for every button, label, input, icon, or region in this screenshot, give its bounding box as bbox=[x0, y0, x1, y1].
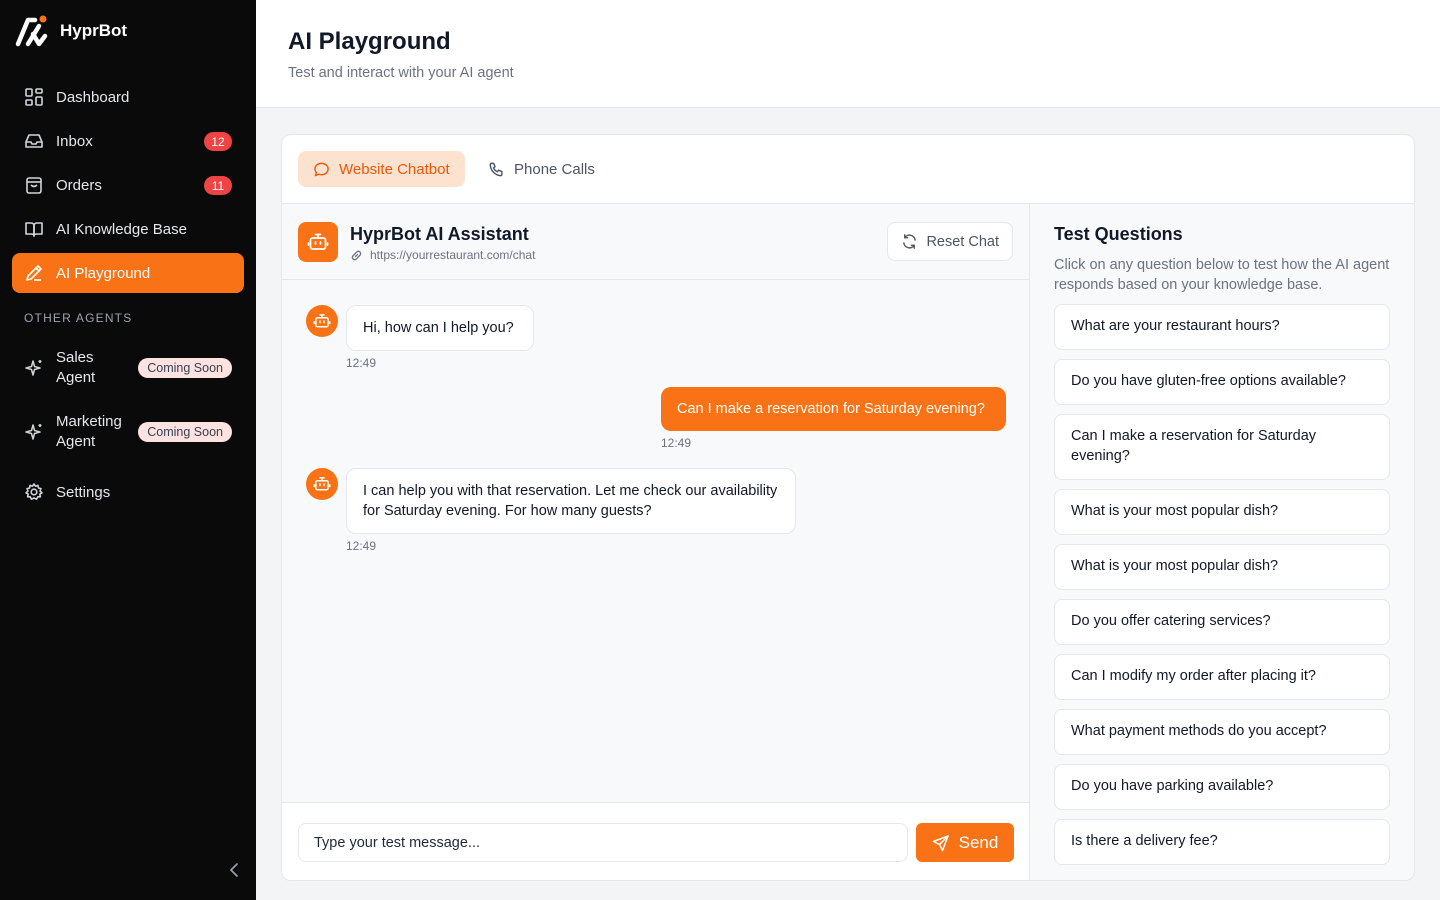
sidebar-item-knowledge-base[interactable]: AI Knowledge Base bbox=[12, 209, 244, 249]
sidebar-item-label: Orders bbox=[56, 176, 102, 194]
coming-soon-badge: Coming Soon bbox=[138, 358, 232, 378]
test-question-item[interactable]: What is your most popular dish? bbox=[1054, 544, 1390, 590]
chat-bubble-icon bbox=[314, 162, 329, 176]
chevron-left-icon bbox=[230, 863, 238, 877]
chat-header: HyprBot AI Assistant https://yourrestaur… bbox=[282, 204, 1029, 280]
agent-label: Marketing Agent bbox=[56, 413, 122, 450]
test-question-item[interactable]: Can I modify my order after placing it? bbox=[1054, 654, 1390, 700]
test-questions-description: Click on any question below to test how … bbox=[1054, 257, 1390, 293]
robot-icon bbox=[313, 477, 331, 491]
test-question-item[interactable]: Is there a delivery fee? bbox=[1054, 819, 1390, 865]
gear-icon bbox=[25, 483, 43, 500]
page-subtitle: Test and interact with your AI agent bbox=[288, 65, 514, 81]
phone-icon bbox=[489, 162, 503, 176]
test-question-item[interactable]: Do you have parking available? bbox=[1054, 764, 1390, 810]
message-timestamp: 12:49 bbox=[346, 539, 377, 553]
collapse-sidebar-button[interactable] bbox=[226, 860, 242, 880]
sidebar-item-label: AI Knowledge Base bbox=[56, 220, 187, 238]
tab-website-chatbot[interactable]: Website Chatbot bbox=[298, 151, 465, 187]
sidebar-item-settings[interactable]: Settings bbox=[12, 472, 244, 512]
bot-message-avatar bbox=[306, 305, 338, 337]
page-header: AI Playground Test and interact with you… bbox=[256, 0, 1440, 108]
agent-label: Sales Agent bbox=[56, 349, 96, 386]
sidebar-item-label: Inbox bbox=[56, 132, 93, 150]
bot-url-text: https://yourrestaurant.com/chat bbox=[370, 248, 536, 262]
playground-card: Website Chatbot Phone Calls HyprBot AI A… bbox=[281, 134, 1415, 881]
user-message-bubble: Can I make a reservation for Saturday ev… bbox=[661, 387, 1006, 431]
inbox-count-badge: 12 bbox=[204, 132, 232, 151]
bot-name: HyprBot AI Assistant bbox=[350, 224, 529, 244]
message-input-bar: Send bbox=[282, 802, 1029, 880]
bot-avatar bbox=[298, 222, 338, 262]
inbox-icon bbox=[25, 134, 43, 148]
message-timestamp: 12:49 bbox=[661, 436, 692, 450]
test-questions-title: Test Questions bbox=[1054, 224, 1183, 244]
sidebar-item-orders[interactable]: Orders 11 bbox=[12, 165, 244, 205]
coming-soon-badge: Coming Soon bbox=[138, 422, 232, 442]
send-button[interactable]: Send bbox=[916, 823, 1014, 862]
send-icon bbox=[932, 834, 949, 851]
test-question-item[interactable]: What payment methods do you accept? bbox=[1054, 709, 1390, 755]
test-question-item[interactable]: What is your most popular dish? bbox=[1054, 489, 1390, 535]
bot-message-avatar bbox=[306, 468, 338, 500]
orders-count-badge: 11 bbox=[204, 176, 232, 195]
bot-url[interactable]: https://yourrestaurant.com/chat bbox=[350, 248, 535, 262]
test-message-input[interactable] bbox=[298, 823, 908, 862]
test-question-item[interactable]: What are your restaurant hours? bbox=[1054, 304, 1390, 350]
channel-tabs: Website Chatbot Phone Calls bbox=[282, 135, 1414, 204]
page-title: AI Playground bbox=[288, 28, 451, 55]
sidebar-item-dashboard[interactable]: Dashboard bbox=[12, 77, 244, 117]
link-icon bbox=[351, 250, 362, 260]
test-question-item[interactable]: Can I make a reservation for Saturday ev… bbox=[1054, 414, 1390, 480]
sidebar-item-ai-playground[interactable]: AI Playground bbox=[12, 253, 244, 293]
sidebar: HyprBot Dashboard Inbox 12 Orders 11 AI … bbox=[0, 0, 256, 900]
brand-name: HyprBot bbox=[60, 21, 128, 40]
test-question-item[interactable]: Do you have gluten-free options availabl… bbox=[1054, 359, 1390, 405]
sidebar-item-label: Settings bbox=[56, 483, 111, 501]
robot-icon bbox=[307, 233, 329, 250]
bot-message-bubble: I can help you with that reservation. Le… bbox=[346, 468, 796, 534]
sidebar-item-label: AI Playground bbox=[56, 264, 151, 282]
tab-label: Phone Calls bbox=[514, 160, 595, 178]
reset-chat-label: Reset Chat bbox=[926, 233, 999, 250]
bot-message-bubble: Hi, how can I help you? bbox=[346, 305, 534, 351]
robot-icon bbox=[313, 314, 331, 328]
tab-phone-calls[interactable]: Phone Calls bbox=[473, 151, 610, 187]
message-timestamp: 12:49 bbox=[346, 356, 377, 370]
sidebar-item-label: Dashboard bbox=[56, 88, 130, 106]
sidebar-item-marketing-agent[interactable]: Marketing Agent Coming Soon bbox=[12, 406, 244, 458]
sidebar-item-sales-agent[interactable]: Sales Agent Coming Soon bbox=[12, 342, 244, 394]
sparkle-icon bbox=[25, 424, 42, 440]
sidebar-item-inbox[interactable]: Inbox 12 bbox=[12, 121, 244, 161]
tab-label: Website Chatbot bbox=[339, 160, 450, 178]
chat-pane: HyprBot AI Assistant https://yourrestaur… bbox=[282, 204, 1030, 880]
sparkle-icon bbox=[25, 360, 42, 376]
test-question-item[interactable]: Do you offer catering services? bbox=[1054, 599, 1390, 645]
dashboard-icon bbox=[25, 88, 43, 106]
brand[interactable]: HyprBot bbox=[14, 14, 127, 48]
other-agents-heading: OTHER AGENTS bbox=[24, 311, 133, 325]
pencil-icon bbox=[26, 265, 42, 281]
reset-chat-button[interactable]: Reset Chat bbox=[887, 222, 1013, 261]
book-icon bbox=[25, 222, 43, 237]
send-label: Send bbox=[958, 832, 999, 852]
refresh-icon bbox=[903, 234, 917, 249]
test-questions-panel: Test Questions Click on any question bel… bbox=[1030, 204, 1414, 880]
test-questions-list: What are your restaurant hours? Do you h… bbox=[1054, 304, 1390, 874]
hyprbot-logo-icon bbox=[14, 14, 50, 48]
orders-icon bbox=[26, 177, 42, 194]
